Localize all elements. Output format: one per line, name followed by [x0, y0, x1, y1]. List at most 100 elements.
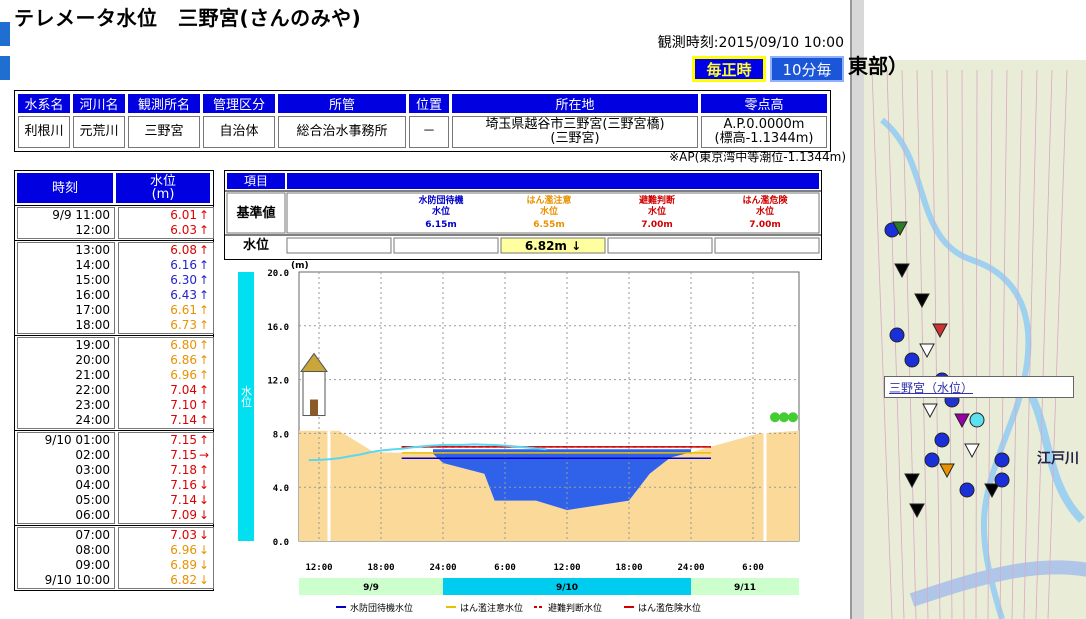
- info-header: 管理区分: [203, 94, 275, 113]
- level-cell: 6.86 ↑: [119, 353, 213, 368]
- left-edge-tab[interactable]: [0, 56, 10, 80]
- hourly-button[interactable]: 毎正時: [692, 56, 766, 82]
- level-value: 6.03: [170, 223, 197, 237]
- trend-arrow-icon: ↑: [199, 413, 210, 427]
- page-title: テレメータ水位 三野宮(さんのみや): [14, 6, 362, 30]
- trend-arrow-icon: ↓: [199, 558, 210, 572]
- time-cell: 9/9 11:00: [52, 208, 110, 222]
- time-cell: 05:00: [75, 493, 110, 507]
- level-value: 7.15: [170, 448, 197, 462]
- info-cell: 三野宮: [128, 116, 200, 148]
- level-cell: 6.80 ↑: [119, 338, 213, 353]
- time-cell: 17:00: [75, 303, 110, 317]
- level-cell: 6.96 ↓: [119, 543, 213, 558]
- time-cell: 13:00: [75, 243, 110, 257]
- level-value: 6.82: [170, 573, 197, 587]
- map-region-title: 東部）: [848, 54, 908, 78]
- trend-arrow-icon: ↑: [199, 273, 210, 287]
- station-marker-icon: [904, 352, 920, 368]
- level-name: 水位: [756, 205, 774, 217]
- time-cell: 20:00: [75, 353, 110, 367]
- level-name: 避難判断: [639, 194, 675, 206]
- y-axis-label: 水位: [240, 385, 253, 407]
- house-door-icon: [310, 399, 318, 416]
- water-level-history-table: 時刻 水位 (m) 9/9 11:00 12:00 6.01 ↑ 6.03 ↑ 13:00 1…: [14, 170, 214, 591]
- time-cell: 16:00: [75, 288, 110, 302]
- legend-label: 避難判断水位: [548, 602, 602, 614]
- trend-arrow-icon: ↓: [199, 528, 210, 542]
- level-value: 6.01: [170, 208, 197, 222]
- level-cell: 7.14 ↑: [119, 413, 213, 428]
- time-cell: 14:00: [75, 258, 110, 272]
- map-panel[interactable]: [850, 0, 1086, 619]
- date-label: 9/10: [556, 583, 578, 593]
- level-header: 水位 (m): [116, 173, 210, 203]
- left-edge-tab[interactable]: [0, 22, 10, 46]
- level-name: はん濫注意: [526, 194, 571, 206]
- time-group: 07:00 08:00 09:00 9/10 10:00 7.03 ↓ 6.96 ↓ 6.89 ↓…: [15, 525, 214, 590]
- trend-arrow-icon: ↓: [199, 478, 210, 492]
- date-label: 9/9: [363, 583, 379, 593]
- trend-arrow-icon: ↑: [199, 398, 210, 412]
- level-cell: 6.61 ↑: [119, 303, 213, 318]
- ten-minute-button[interactable]: 10分毎: [770, 56, 844, 82]
- level-cell: 6.82 ↓: [119, 573, 213, 588]
- level-value: 7.15: [170, 433, 197, 447]
- info-cell: －: [409, 116, 449, 148]
- time-group: 9/9 11:00 12:00 6.01 ↑ 6.03 ↑: [15, 205, 214, 240]
- level-threshold-value: 6.55m: [533, 220, 565, 230]
- level-value: 6.96: [170, 368, 197, 382]
- station-marker-icon: [959, 482, 975, 498]
- map-place-label: 江戸川: [1037, 451, 1079, 467]
- info-header: 所在地: [452, 94, 698, 113]
- level-cell: 7.04 ↑: [119, 383, 213, 398]
- level-cell: 7.03 ↓: [119, 528, 213, 543]
- trend-arrow-icon: ↑: [199, 288, 210, 302]
- station-marker-icon: [994, 472, 1010, 488]
- trend-arrow-icon: ↑: [199, 243, 210, 257]
- level-name: はん濫危険: [742, 194, 788, 206]
- level-value: 7.14: [170, 493, 197, 507]
- map-station-popup[interactable]: 三野宮（水位）: [884, 376, 1074, 398]
- level-value: 6.89: [170, 558, 197, 572]
- time-cell: 07:00: [75, 528, 110, 542]
- station-marker-icon: [969, 412, 985, 428]
- time-cell: 15:00: [75, 273, 110, 287]
- time-cell: 9/10 10:00: [44, 573, 110, 587]
- time-cell: 09:00: [75, 558, 110, 572]
- time-header: 時刻: [17, 173, 113, 203]
- current-level-cell: [286, 237, 392, 254]
- time-cell: 19:00: [75, 338, 110, 352]
- date-label: 9/11: [734, 583, 756, 593]
- trend-arrow-icon: ↑: [199, 223, 210, 237]
- info-cell: 自治体: [203, 116, 275, 148]
- trend-arrow-icon: ↓: [199, 493, 210, 507]
- time-cell: 12:00: [75, 223, 110, 237]
- info-header: 位置: [409, 94, 449, 113]
- trend-arrow-icon: ↑: [199, 383, 210, 397]
- level-cell: 7.16 ↓: [119, 478, 213, 493]
- current-level-cell: [714, 237, 820, 254]
- tree-icon: [779, 412, 789, 423]
- info-cell: 元荒川: [73, 116, 125, 148]
- x-tick-label: 24:00: [429, 563, 456, 573]
- trend-arrow-icon: ↑: [199, 368, 210, 382]
- level-threshold-value: 7.00m: [749, 220, 781, 230]
- water-level-chart: 水位 (m) 0.0 4.0 8.0 12.0 16.0 20.0 12:00 18:00 24:0…: [238, 261, 800, 614]
- ap-note: ※AP(東京湾中等潮位-1.1344m): [669, 150, 846, 164]
- level-value: 6.80: [170, 338, 197, 352]
- level-value: 6.96: [170, 543, 197, 557]
- trend-arrow-icon: ↑: [199, 303, 210, 317]
- tree-icon: [788, 412, 798, 423]
- trend-arrow-icon: ↓: [199, 508, 210, 522]
- x-tick-label: 24:00: [677, 563, 704, 573]
- station-marker-icon: [994, 452, 1010, 468]
- time-group: 9/10 01:00 02:00 03:00 04:00 05:00 06:00 7.15 ↑…: [15, 430, 214, 525]
- time-group: 19:00 20:00 21:00 22:00 23:00 24:00 6.80 ↑ 6.86 ↑…: [15, 335, 214, 430]
- level-value: 6.08: [170, 243, 197, 257]
- level-cell: 7.10 ↑: [119, 398, 213, 413]
- trend-arrow-icon: ↑: [199, 433, 210, 447]
- station-marker-icon: [924, 452, 940, 468]
- level-value: 7.18: [170, 463, 197, 477]
- y-tick-label: 0.0: [273, 538, 289, 548]
